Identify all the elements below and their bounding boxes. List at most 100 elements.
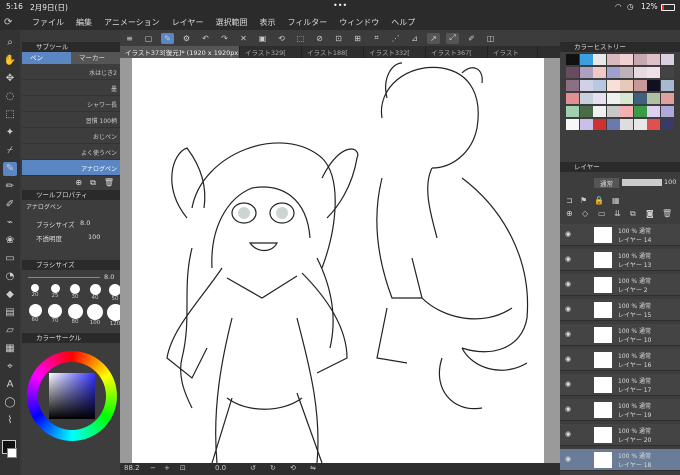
color-swatch[interactable] xyxy=(606,67,620,78)
ruler-icon[interactable]: ⤢ xyxy=(446,32,459,44)
menu-selection[interactable]: 選択範囲 xyxy=(215,17,247,28)
size-preset[interactable]: 70 xyxy=(46,304,64,327)
companion-icon[interactable]: ◫ xyxy=(484,33,497,44)
subtool-tab-pen[interactable]: ペン xyxy=(22,52,71,64)
hide-selection-icon[interactable]: ⬚ xyxy=(294,33,307,44)
blend-mode-select[interactable]: 通常 xyxy=(594,178,619,188)
copy-brush-icon[interactable]: ⧉ xyxy=(90,178,96,188)
color-swatch[interactable] xyxy=(566,67,579,78)
brush-tool-icon[interactable]: ✐ xyxy=(3,198,17,212)
layer-row[interactable]: ◉ 100 % 通常 レイヤー 18 xyxy=(560,449,680,471)
menu-icon[interactable]: ≡ xyxy=(123,33,136,44)
zoom-level[interactable]: 88.2 xyxy=(124,464,140,472)
color-swatch[interactable] xyxy=(633,106,647,117)
delete-brush-icon[interactable]: 🗑 xyxy=(104,178,114,188)
rotate-angle[interactable]: 0.0 xyxy=(215,464,226,472)
menu-layer[interactable]: レイヤー xyxy=(172,17,204,28)
color-swatch[interactable] xyxy=(647,67,660,78)
correct-line-icon[interactable]: ⌇ xyxy=(3,414,17,428)
size-preset[interactable]: 20 xyxy=(26,284,44,302)
move-icon[interactable]: ✥ xyxy=(3,72,17,86)
snap-special-icon[interactable]: ⊿ xyxy=(408,33,421,44)
color-swatch[interactable] xyxy=(606,119,620,130)
color-swatch[interactable] xyxy=(620,67,633,78)
operation-icon[interactable]: ⌖ xyxy=(3,360,17,374)
color-swatch[interactable] xyxy=(633,119,647,130)
crop-icon[interactable]: ⊞ xyxy=(351,33,364,44)
clip-icon[interactable]: ⊐ xyxy=(566,196,573,205)
color-swatch[interactable] xyxy=(620,119,633,130)
color-swatch[interactable] xyxy=(647,80,660,91)
new-vector-icon[interactable]: ◇ xyxy=(582,209,588,218)
decoration-icon[interactable]: ❀ xyxy=(3,234,17,248)
pencil-tool-icon[interactable]: ✏ xyxy=(3,180,17,194)
snap-off-icon[interactable]: ⌗ xyxy=(370,33,383,44)
folder-icon[interactable]: ▭ xyxy=(598,209,606,218)
redo-icon[interactable]: ↷ xyxy=(218,33,231,44)
magic-wand-icon[interactable]: ✦ xyxy=(3,126,17,140)
layer-row[interactable]: ◉ 100 % 通常 レイヤー 16 xyxy=(560,349,680,371)
eye-icon[interactable]: ◉ xyxy=(565,380,573,388)
layer-row[interactable]: ◉ 100 % 通常 レイヤー 15 xyxy=(560,299,680,321)
edit-icon[interactable]: ✐ xyxy=(465,33,478,44)
size-preset[interactable]: 80 xyxy=(66,304,84,327)
eye-icon[interactable]: ◉ xyxy=(565,455,573,463)
color-swatch[interactable] xyxy=(593,67,606,78)
menu-file[interactable]: ファイル xyxy=(32,17,64,28)
gradient-icon[interactable]: ▤ xyxy=(3,306,17,320)
lock-icon[interactable]: 🔒 xyxy=(594,196,604,205)
transform-icon[interactable]: ⟲ xyxy=(275,33,288,44)
color-swatch[interactable] xyxy=(647,106,660,117)
eraser-icon[interactable]: ▭ xyxy=(3,252,17,266)
color-swatch[interactable] xyxy=(579,80,593,91)
size-preset[interactable]: 100 xyxy=(86,304,104,327)
eye-icon[interactable]: ◉ xyxy=(565,405,573,413)
menu-view[interactable]: 表示 xyxy=(259,17,275,28)
flip-icon[interactable]: ⇋ xyxy=(310,464,316,472)
mask-icon[interactable]: ◙ xyxy=(646,209,654,218)
eye-icon[interactable]: ◉ xyxy=(565,330,573,338)
new-layer-icon[interactable]: ⊕ xyxy=(566,209,573,218)
layer-row[interactable]: ◉ 100 % 通常 レイヤー 14 xyxy=(560,224,680,246)
color-swatch[interactable] xyxy=(593,54,606,65)
color-swatch[interactable] xyxy=(606,106,620,117)
undo-icon[interactable]: ↶ xyxy=(199,33,212,44)
zoom-icon[interactable]: ⌕ xyxy=(3,36,17,50)
brush-item[interactable]: シャワー長 xyxy=(22,96,120,112)
color-swatch[interactable] xyxy=(593,80,606,91)
invert-icon[interactable]: ⊡ xyxy=(332,33,345,44)
color-swatch[interactable] xyxy=(593,106,606,117)
color-swatch[interactable] xyxy=(566,119,579,130)
color-wheel[interactable] xyxy=(22,343,120,453)
delete-layer-icon[interactable]: 🗑 xyxy=(662,209,672,218)
color-swatch[interactable] xyxy=(633,93,647,104)
fill-icon[interactable]: ▣ xyxy=(256,33,269,44)
tab-illust-367[interactable]: イラスト367[ xyxy=(426,46,488,58)
eyedropper-icon[interactable]: ⌿ xyxy=(3,144,17,158)
layer-row[interactable]: ◉ 100 % 通常 レイヤー 13 xyxy=(560,249,680,271)
color-swatch[interactable] xyxy=(593,93,606,104)
brush-item[interactable]: 墨 xyxy=(22,80,120,96)
eye-icon[interactable]: ◉ xyxy=(565,355,573,363)
layer-row[interactable]: ◉ 100 % 通常 レイヤー 20 xyxy=(560,424,680,446)
pen-tool-icon[interactable]: ✎ xyxy=(3,162,17,176)
color-swatch[interactable] xyxy=(579,119,593,130)
color-swatch[interactable] xyxy=(566,80,579,91)
brush-item[interactable]: 水はじき2 xyxy=(22,64,120,80)
color-swatch[interactable] xyxy=(647,93,660,104)
color-swatch[interactable] xyxy=(660,80,674,91)
airbrush-icon[interactable]: ⌁ xyxy=(3,216,17,230)
tab-illust-329[interactable]: イラスト329[ xyxy=(240,46,302,58)
merge-icon[interactable]: ⇊ xyxy=(614,209,621,218)
figure-icon[interactable]: ▱ xyxy=(3,324,17,338)
palette-icon[interactable]: ▦ xyxy=(612,196,620,205)
brush-item[interactable]: おじペン xyxy=(22,128,120,144)
menu-animation[interactable]: アニメーション xyxy=(104,17,160,28)
size-preset[interactable]: 60 xyxy=(26,304,44,327)
menu-filter[interactable]: フィルター xyxy=(287,17,327,28)
brush-item[interactable]: 習慣 100柄 xyxy=(22,112,120,128)
tab-illust-more[interactable]: イラスト xyxy=(488,46,538,58)
copy-layer-icon[interactable]: ⧉ xyxy=(630,209,636,219)
add-brush-icon[interactable]: ⊕ xyxy=(75,178,82,188)
color-swatch[interactable] xyxy=(620,106,633,117)
